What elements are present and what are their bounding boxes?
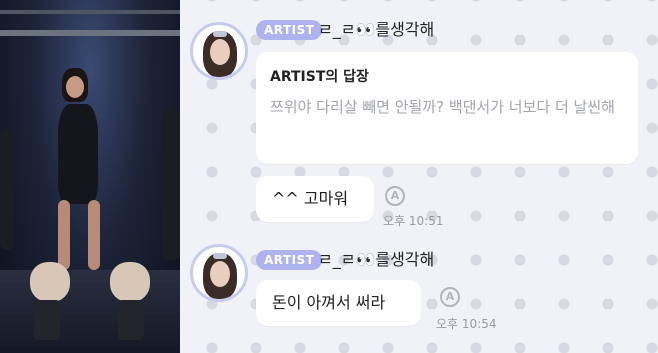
stage-floor [0,270,180,353]
fur-boot-left [30,262,70,302]
stage-truss-top [0,10,180,14]
avatar-crown [213,31,227,37]
fur-boot-right [110,262,150,302]
quoted-message: 쯔위야 다리살 빼면 안될까? 백댄서가 너보다 더 날씬해 [270,98,615,116]
boot-left [34,300,60,340]
backup-dancer-left [0,130,14,250]
chat-panel: ARTIST ㄹ_ㄹ👀를생각해 ARTIST의 답장 쯔위야 다리살 빼면 안될… [180,0,658,353]
performer-body [58,104,98,204]
message-text: 돈이 아껴서 써라 [272,293,386,312]
backup-dancer-right [162,110,180,260]
reply-header: ARTIST의 답장 [270,69,369,85]
artist-avatar[interactable] [190,22,248,80]
artist-avatar[interactable] [190,244,248,302]
message-bubble[interactable]: ^^ 고마워 [256,176,374,222]
stage-truss [0,30,180,36]
message-text: ^^ 고마워 [272,189,349,208]
message-time: 오후 10:54 [436,317,497,331]
sender-name: ㄹ_ㄹ👀를생각해 [318,20,435,39]
message-bubble[interactable]: 돈이 아껴서 써라 [256,280,421,326]
performer-face [66,76,84,98]
artist-read-icon: A [440,287,460,307]
boot-right [118,300,144,340]
avatar-face [210,261,230,287]
performer-leg-left [58,200,70,270]
sender-name: ㄹ_ㄹ👀를생각해 [318,250,435,269]
artist-read-icon: A [385,186,405,206]
artist-badge: ARTIST [256,20,323,40]
avatar-crown [213,253,227,259]
avatar-face [210,39,230,65]
performer-leg-right [88,200,100,270]
reply-bubble[interactable]: ARTIST의 답장 쯔위야 다리살 빼면 안될까? 백댄서가 너보다 더 날씬… [256,52,638,164]
message-time: 오후 10:51 [383,214,444,228]
concert-photo [0,0,180,353]
artist-badge: ARTIST [256,250,323,270]
